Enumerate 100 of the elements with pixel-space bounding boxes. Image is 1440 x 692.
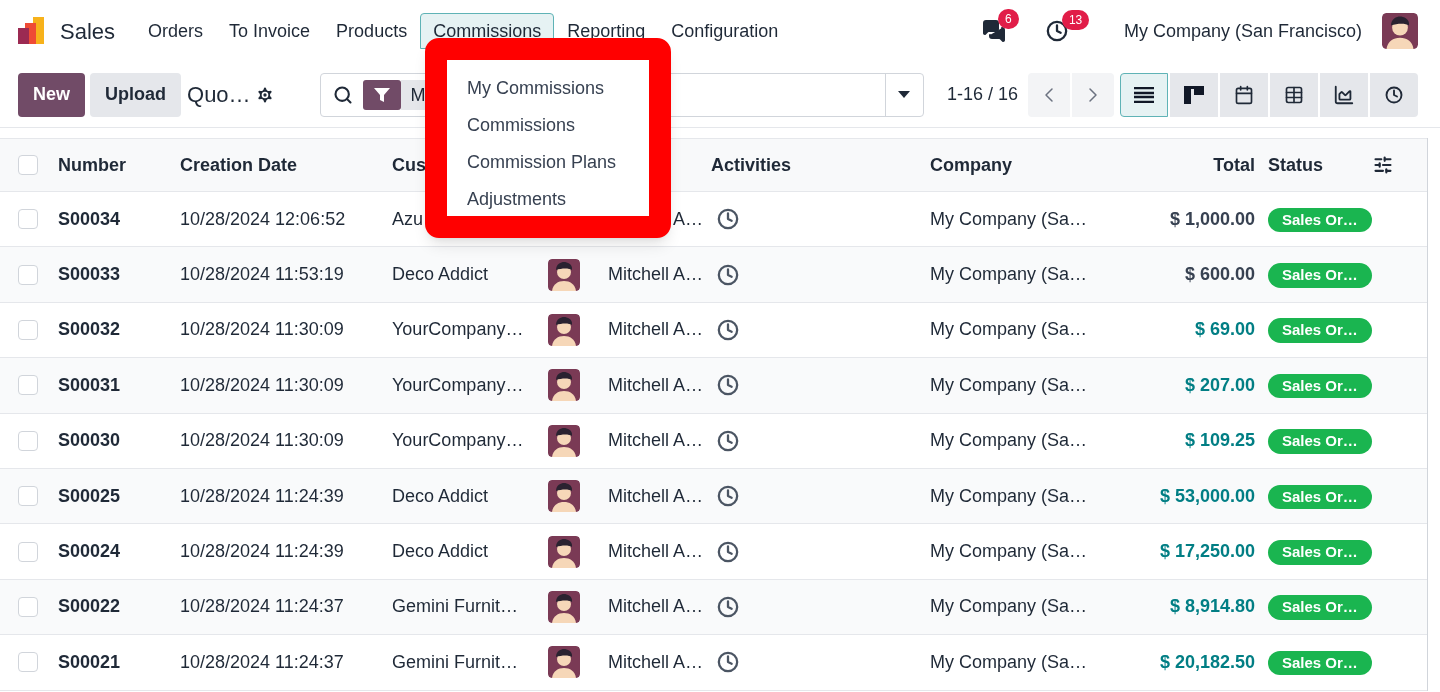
status-badge: Sales Or…: [1268, 263, 1372, 288]
status-badge: Sales Or…: [1268, 484, 1372, 510]
dropdown-caret-icon[interactable]: [898, 91, 911, 98]
pager-value: 1-16 / 16: [946, 83, 1018, 106]
clock-icon[interactable]: [717, 485, 739, 508]
company-name: My Company (Sa…: [930, 430, 1088, 451]
company-switcher[interactable]: My Company (San Francisco): [1123, 17, 1362, 45]
kanban-icon: [1184, 85, 1204, 104]
avatar-icon: [548, 424, 580, 457]
column-header[interactable]: Company: [930, 154, 1012, 175]
customer-name: Azu: [392, 207, 425, 231]
filter-icon: [362, 79, 401, 110]
status-badge: Sales Or…: [1268, 318, 1372, 343]
app-name: Sales: [60, 17, 116, 46]
column-header[interactable]: Activities: [711, 154, 792, 175]
table-row[interactable]: S00031 10/28/2024 11:30:09 YourCompany… Mitchell A… My Company (Sa… $ 207.00 Sales Or…: [0, 358, 1427, 414]
order-total: $ 17,250.00: [1159, 540, 1255, 564]
clock-icon[interactable]: [1045, 20, 1068, 42]
row-checkbox[interactable]: [18, 430, 38, 451]
view-switch-button[interactable]: [1270, 72, 1318, 117]
salesperson-name: Mitchell A…: [607, 318, 703, 342]
clock-icon[interactable]: [717, 540, 739, 563]
row-checkbox[interactable]: [18, 375, 38, 396]
creation-date: 10/28/2024 11:30:09: [180, 373, 345, 397]
view-switch-button[interactable]: [1320, 72, 1368, 117]
order-number: S00025: [58, 484, 122, 508]
row-checkbox[interactable]: [18, 486, 38, 507]
customer-name: Deco Addict: [392, 263, 490, 287]
customer-name: Gemini Furnit…: [392, 650, 520, 674]
upload-button[interactable]: Upload: [90, 72, 181, 117]
row-checkbox[interactable]: [18, 319, 38, 340]
nav-menu-item[interactable]: Orders: [135, 13, 217, 49]
nav-menu-item[interactable]: Configuration: [658, 13, 792, 49]
dropdown-menu-item[interactable]: My Commissions: [447, 70, 649, 107]
table-icon: [1284, 84, 1304, 105]
column-header[interactable]: Number: [58, 154, 126, 175]
view-switch-button[interactable]: [1370, 72, 1418, 117]
order-number: S00034: [58, 207, 122, 231]
breadcrumb[interactable]: Quo…: [187, 78, 251, 111]
company-name: My Company (Sa…: [930, 541, 1088, 562]
clock-icon[interactable]: [717, 318, 739, 341]
clock-icon[interactable]: [717, 595, 739, 618]
avatar-icon: [548, 590, 580, 623]
salesperson-name: Mitchell A…: [607, 429, 703, 453]
avatar-icon: [548, 369, 580, 402]
row-checkbox[interactable]: [18, 264, 38, 285]
customer-name: Deco Addict: [392, 540, 490, 564]
clock-icon[interactable]: [717, 429, 739, 452]
order-total: $ 207.00: [1184, 373, 1255, 397]
column-settings-icon[interactable]: [1373, 155, 1393, 175]
order-total: $ 600.00: [1184, 263, 1255, 287]
table-row[interactable]: S00033 10/28/2024 11:53:19 Deco Addict Mitchell A… My Company (Sa… $ 600.00 Sales Or…: [0, 247, 1427, 303]
nav-menu-item[interactable]: To Invoice: [216, 13, 324, 49]
company-name: My Company (Sa…: [930, 264, 1088, 285]
avatar-icon: [548, 313, 580, 346]
column-header[interactable]: Creation Date: [180, 154, 298, 175]
status-badge: Sales Or…: [1268, 207, 1372, 233]
column-header[interactable]: Total: [1213, 151, 1255, 179]
company-name: My Company (Sa…: [930, 651, 1088, 672]
column-header[interactable]: Cus: [392, 154, 426, 175]
order-total: $ 8,914.80: [1169, 595, 1255, 619]
view-switch-button[interactable]: [1170, 72, 1218, 117]
customer-name: Deco Addict: [392, 484, 490, 508]
salesperson-name: Mitchell A…: [607, 595, 703, 619]
table-row[interactable]: S00025 10/28/2024 11:24:39 Deco Addict Mitchell A… My Company (Sa… $ 53,000.00 Sales Or…: [0, 468, 1427, 525]
calendar-icon: [1234, 84, 1254, 105]
salesperson-name: Mitchell A…: [607, 650, 703, 674]
salesperson-name: A…: [673, 207, 703, 231]
order-number: S00021: [58, 650, 122, 674]
nav-menu-item[interactable]: Products: [323, 13, 421, 49]
customer-name: YourCompany…: [392, 429, 525, 453]
notification-badge: 6: [997, 9, 1019, 29]
row-checkbox[interactable]: [18, 652, 38, 673]
table-row[interactable]: S00022 10/28/2024 11:24:37 Gemini Furnit… Mitchell A… My Company (Sa… $ 8,914.80 Sales Or…: [0, 579, 1427, 636]
view-switch-button[interactable]: [1220, 72, 1268, 117]
clock-icon[interactable]: [717, 651, 739, 674]
avatar-icon: [548, 480, 580, 513]
column-header[interactable]: Status: [1268, 154, 1323, 175]
dropdown-menu-item[interactable]: Commissions: [447, 107, 649, 144]
row-checkbox[interactable]: [18, 209, 38, 230]
row-checkbox[interactable]: [18, 541, 38, 562]
creation-date: 10/28/2024 11:24:37: [180, 650, 345, 674]
new-button[interactable]: New: [18, 72, 85, 117]
order-total: $ 1,000.00: [1169, 207, 1255, 231]
clock-icon[interactable]: [717, 263, 739, 286]
creation-date: 10/28/2024 11:24:39: [180, 484, 345, 508]
clock-icon[interactable]: [717, 208, 739, 231]
view-switch-button[interactable]: [1120, 72, 1168, 117]
status-badge: Sales Or…: [1268, 540, 1372, 565]
avatar-icon: [548, 535, 580, 568]
status-badge: Sales Or…: [1268, 373, 1372, 399]
chat-icon[interactable]: [981, 19, 1006, 43]
order-total: $ 109.25: [1184, 429, 1255, 453]
select-all-checkbox[interactable]: [18, 155, 38, 175]
clock-icon[interactable]: [717, 374, 739, 397]
dropdown-menu-item[interactable]: Commission Plans: [447, 144, 649, 181]
creation-date: 10/28/2024 11:53:19: [180, 263, 345, 287]
area-chart-icon: [1333, 83, 1355, 106]
creation-date: 10/28/2024 12:06:52: [180, 207, 347, 231]
row-checkbox[interactable]: [18, 596, 38, 617]
